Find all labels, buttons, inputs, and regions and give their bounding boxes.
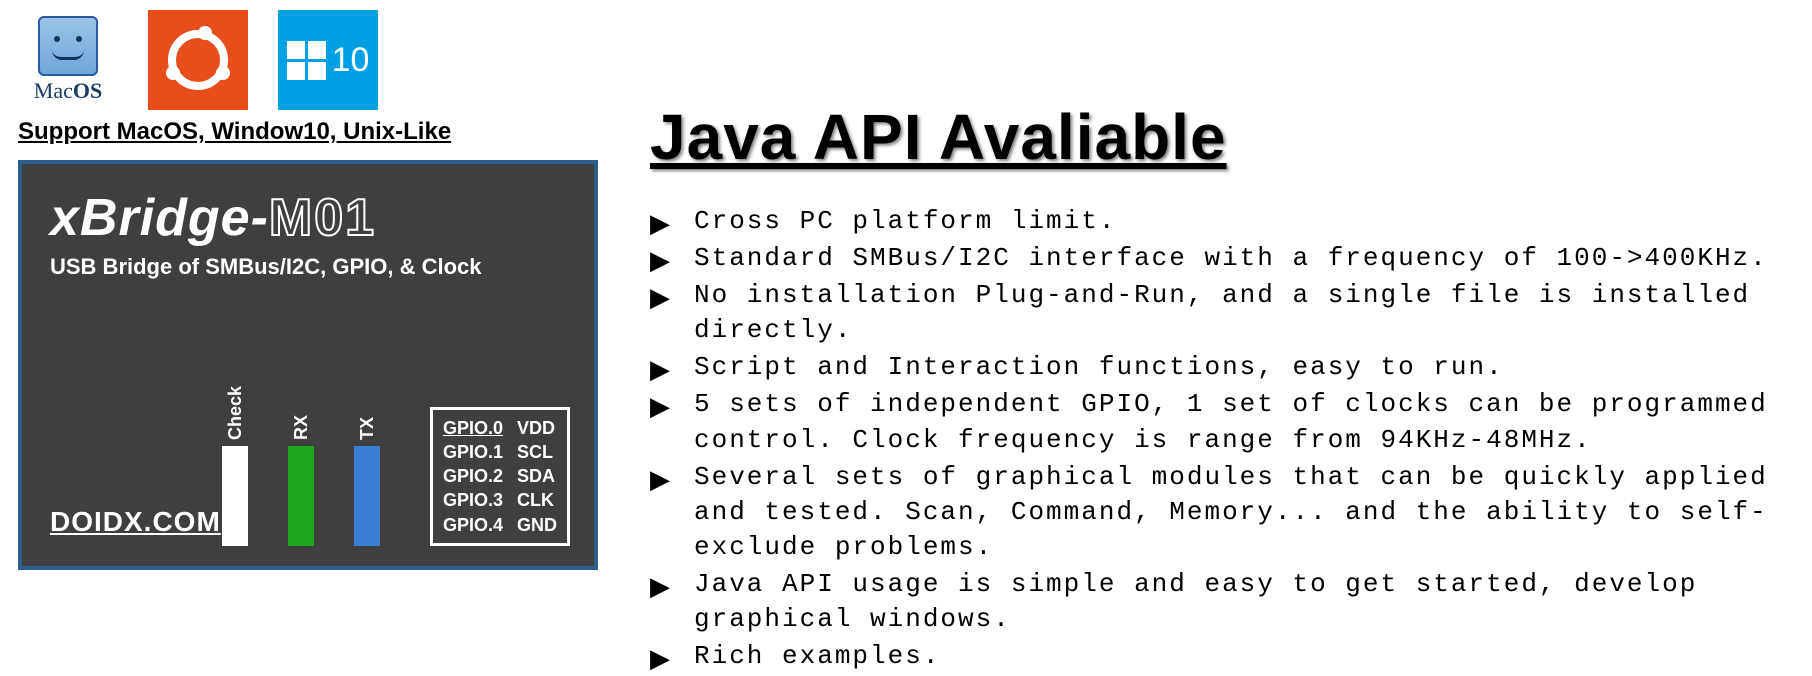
pin-row-4: GPIO.4 GND [443,513,557,537]
left-column: MacOS 10 Support MacOS, Window10, Unix-L… [18,10,598,570]
led-rx-bar [288,446,314,546]
feature-item: Script and Interaction functions, easy t… [650,350,1792,385]
feature-item: 5 sets of independent GPIO, 1 set of clo… [650,387,1792,457]
led-check: Check [222,386,248,546]
feature-item: Standard SMBus/I2C interface with a freq… [650,241,1792,276]
pin-row-3: GPIO.3 CLK [443,488,557,512]
api-title: Java API Avaliable [650,100,1792,174]
os-support-text: Support MacOS, Window10, Unix-Like [18,118,598,146]
windows10-icon: 10 [278,10,378,110]
pin-gpio-4: GPIO.4 [443,513,503,537]
led-tx-label: TX [357,417,378,440]
pin-gpio-1: GPIO.1 [443,440,503,464]
pin-table: GPIO.0VDD GPIO.1SCL GPIO.2SDA GPIO.3CLK … [430,407,570,546]
led-rx-label: RX [291,415,312,440]
device-subtitle: USB Bridge of SMBus/I2C, GPIO, & Clock [50,254,566,280]
feature-item: Several sets of graphical modules that c… [650,460,1792,565]
pin-gpio-2: GPIO.2 [443,464,503,488]
pin-gpio-0: GPIO.0 [443,416,503,440]
feature-item: Cross PC platform limit. [650,204,1792,239]
pin-row-1: GPIO.1 SCL [443,440,557,464]
feature-list: Cross PC platform limit. Standard SMBus/… [650,204,1792,674]
macos-icon: MacOS [18,10,118,110]
led-check-label: Check [225,386,246,440]
pin-sig-1: SCL [517,440,553,464]
pin-gpio-3: GPIO.3 [443,488,503,512]
device-card: xBridge-M01 USB Bridge of SMBus/I2C, GPI… [18,160,598,570]
led-row: Check RX TX [222,386,380,546]
macos-face-icon [38,16,98,76]
led-tx: TX [354,417,380,546]
device-title-model: M01 [269,189,376,247]
ubuntu-icon [148,10,248,110]
device-domain: DOIDX.COM [50,506,221,538]
device-title-prefix: xBridge- [50,189,269,247]
led-rx: RX [288,415,314,546]
feature-item: No installation Plug-and-Run, and a sing… [650,278,1792,348]
feature-item: Rich examples. [650,639,1792,674]
led-tx-bar [354,446,380,546]
pin-row-0: GPIO.0 VDD [443,416,557,440]
led-check-bar [222,446,248,546]
right-column: Java API Avaliable Cross PC platform lim… [650,100,1792,676]
device-title: xBridge-M01 [50,188,566,248]
pin-sig-3: CLK [517,488,554,512]
pin-row-2: GPIO.2 SDA [443,464,557,488]
macos-label: MacOS [34,78,102,104]
os-badge-row: MacOS 10 [18,10,598,110]
windows-version-label: 10 [332,41,370,80]
feature-item: Java API usage is simple and easy to get… [650,567,1792,637]
pin-sig-4: GND [517,513,557,537]
pin-sig-2: SDA [517,464,555,488]
pin-sig-0: VDD [517,416,555,440]
